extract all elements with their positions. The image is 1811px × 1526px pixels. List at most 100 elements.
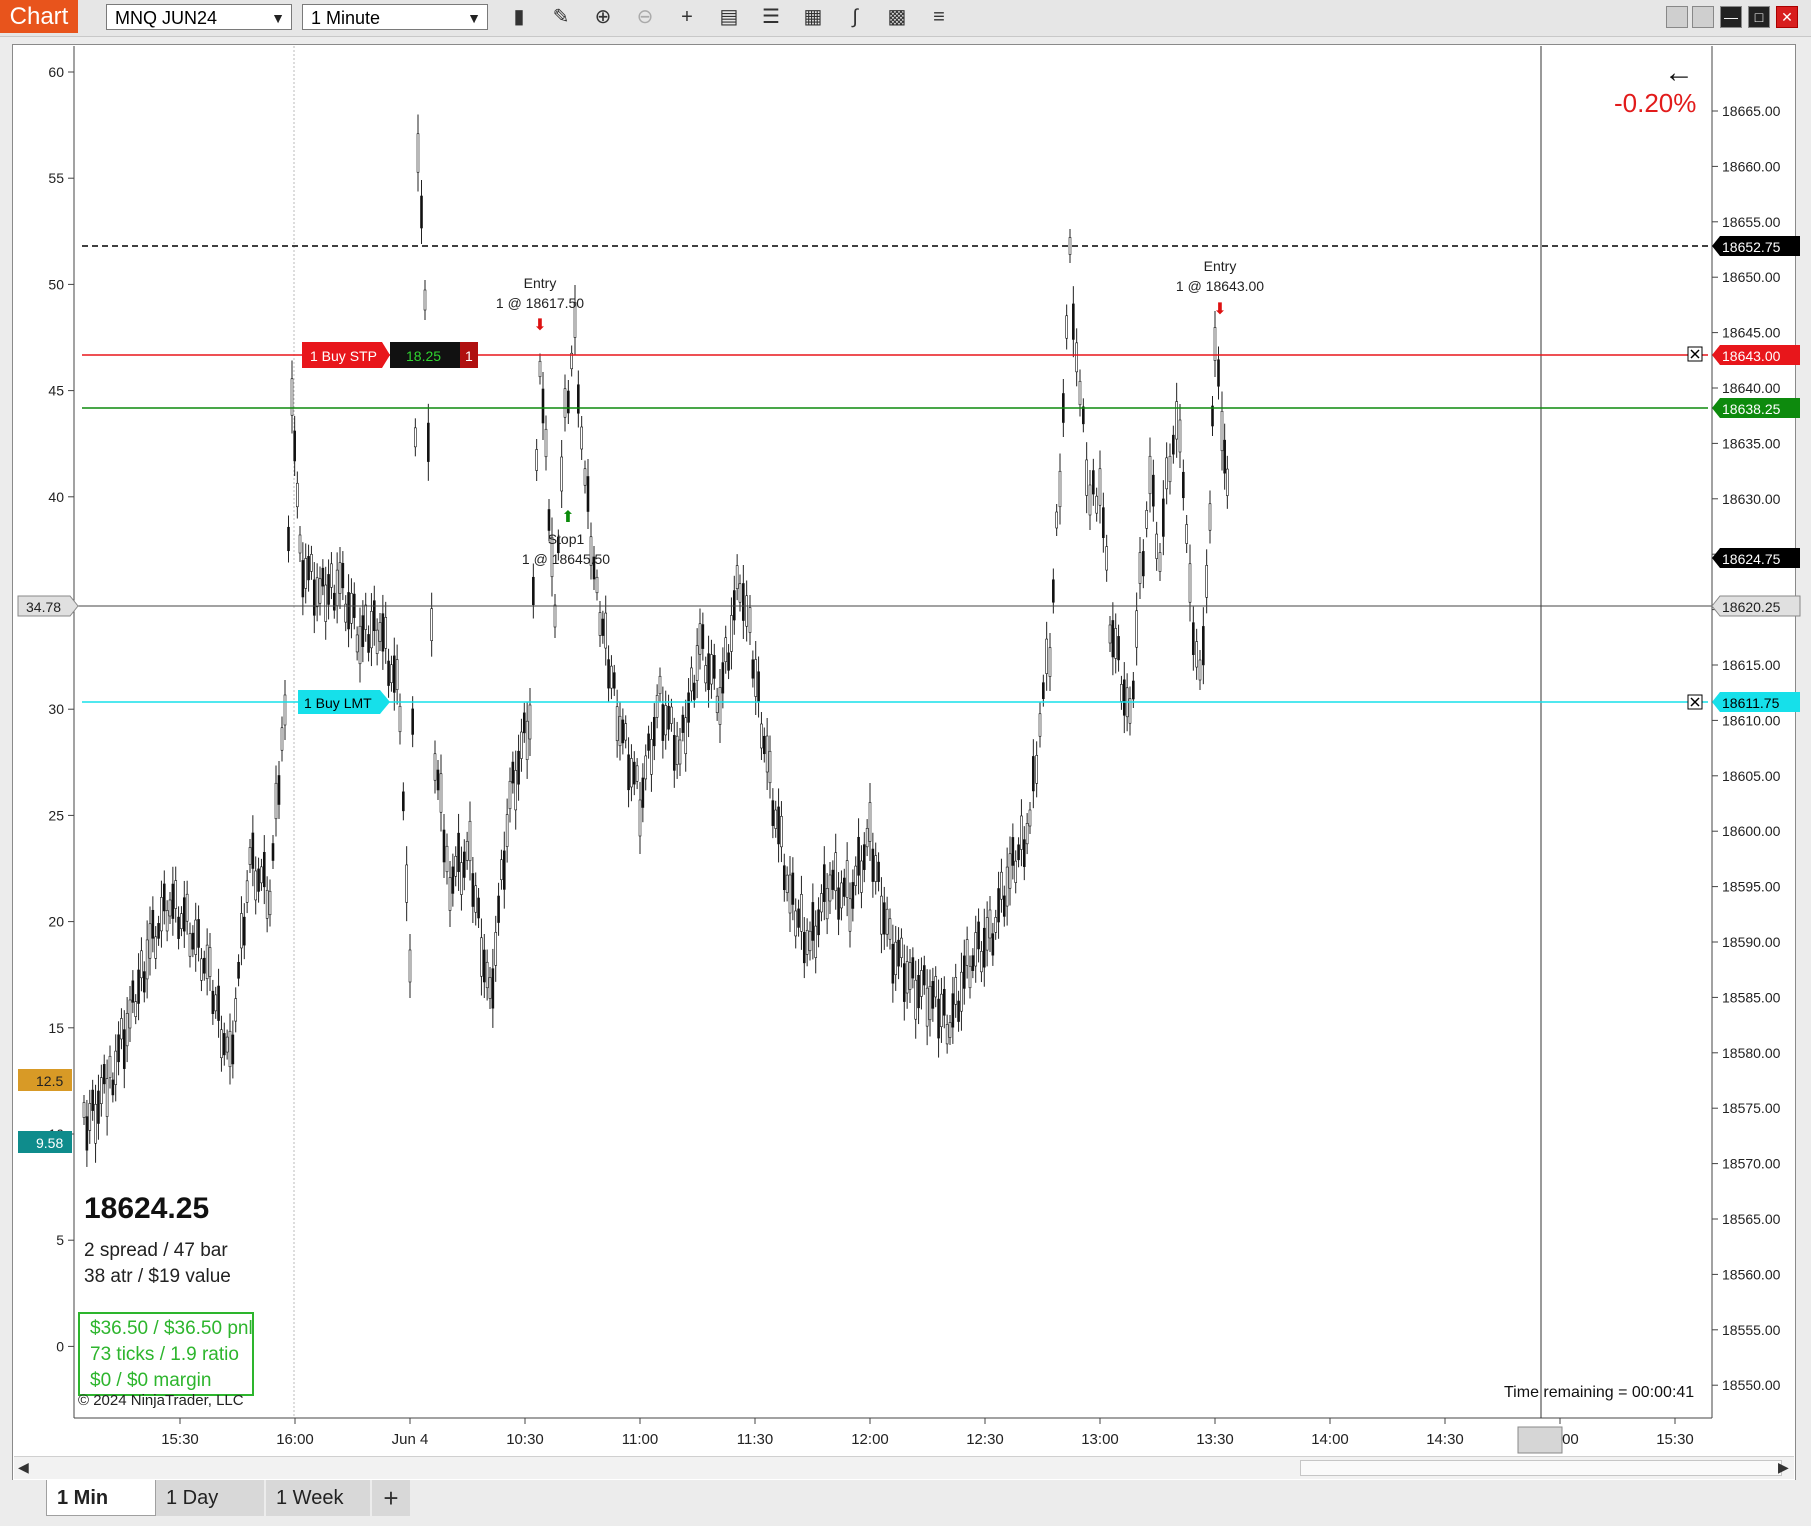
add-tab-button[interactable]: + (372, 1480, 410, 1516)
candle-body (318, 578, 322, 604)
candle-body (794, 910, 798, 937)
candle-body (845, 860, 849, 898)
tab-1-week[interactable]: 1 Week (266, 1480, 370, 1516)
candle-body (82, 1102, 86, 1118)
candle-body (361, 615, 365, 647)
candle-body (375, 629, 379, 654)
candle-body (140, 950, 143, 979)
right-axis-label: 18665.00 (1722, 103, 1781, 119)
time-remaining: Time remaining = 00:00:41 (1504, 1384, 1695, 1401)
candle-body (108, 1055, 112, 1079)
left-axis-label: 15 (48, 1020, 64, 1036)
candle-body (627, 754, 630, 791)
candle-body (268, 890, 272, 916)
candle-body (968, 965, 972, 989)
arrow-left-icon[interactable]: ← (1664, 56, 1694, 90)
candle-body (854, 865, 858, 886)
candle-body (122, 1029, 126, 1069)
candle-body (754, 659, 758, 697)
candle-body (1035, 755, 1038, 784)
candle-body (154, 936, 158, 959)
candle-body (165, 910, 169, 932)
candle-body (214, 994, 218, 1012)
scroll-thumb[interactable] (1300, 1460, 1782, 1476)
stop-order-close-icon[interactable] (1687, 346, 1703, 362)
tab-1-min[interactable]: 1 Min (46, 1480, 156, 1516)
candle-body (928, 985, 932, 1021)
candle-body (748, 607, 752, 633)
candle-body (535, 449, 538, 471)
candle-body (522, 712, 526, 734)
candle-body (1195, 641, 1198, 668)
candle-body (280, 727, 284, 751)
candle-body (202, 957, 206, 974)
right-axis-label: 18630.00 (1722, 491, 1781, 507)
candle-body (598, 612, 602, 636)
percent-change: -0.20% (1614, 88, 1697, 118)
horizontal-scrollbar[interactable]: ◀ ▶ (14, 1456, 1794, 1479)
candle-body (205, 944, 209, 979)
svg-text:34.78: 34.78 (26, 599, 61, 615)
candle-body (1055, 511, 1058, 529)
candle-body (387, 660, 390, 686)
candle-body (954, 977, 958, 1005)
buy-limit-order-label[interactable]: 1 Buy LMT (298, 690, 390, 714)
chart-canvas[interactable]: 1 Buy STP 18.25 1 1 Buy LMT Entry 1 @ 18… (0, 0, 1811, 1480)
candle-body (182, 897, 186, 932)
candle-body (837, 887, 840, 920)
candle-body (621, 719, 625, 744)
limit-order-close-icon[interactable] (1687, 694, 1703, 710)
entry2-title: Entry (1204, 258, 1237, 274)
candle-body (338, 562, 342, 594)
candle-body (180, 913, 183, 929)
time-axis[interactable]: 15:30 16:00 Jun 4 10:30 11:00 11:30 12:00 12:30… (161, 1418, 1694, 1448)
orange-value-marker: 12.5 (18, 1069, 72, 1091)
candle-body (355, 634, 359, 653)
candle-body (712, 655, 716, 679)
candle-body (448, 877, 452, 911)
candle-body (188, 933, 192, 957)
candle-body (225, 1036, 229, 1053)
candle-body (1152, 474, 1155, 507)
time-axis-label: 11:30 (737, 1431, 773, 1448)
buy-stop-order-label[interactable]: 1 Buy STP 18.25 1 (302, 342, 478, 368)
candle-body (211, 990, 215, 1014)
scroll-left-icon[interactable]: ◀ (18, 1459, 29, 1476)
candle-body (834, 852, 838, 892)
candle-body (1011, 837, 1015, 866)
tab-1-day[interactable]: 1 Day (156, 1480, 264, 1516)
candle-body (341, 563, 345, 589)
candle-body (174, 880, 178, 909)
right-price-axis[interactable]: 18665.00 18660.00 18655.00 18650.00 18645.00… (1712, 103, 1781, 1393)
candle-body (553, 604, 557, 628)
candle-body (802, 932, 806, 964)
candle-body (942, 988, 946, 1016)
scroll-right-icon[interactable]: ▶ (1778, 1459, 1789, 1476)
candle-body (160, 897, 163, 932)
candle-body (808, 930, 812, 952)
candle-body (563, 388, 567, 418)
candle-body (367, 634, 370, 653)
left-value-axis[interactable]: 6055504540302520151050 (48, 64, 74, 1354)
candle-body (114, 1050, 118, 1085)
candle-body (208, 947, 212, 977)
candle-body (1192, 622, 1195, 655)
candle-body (321, 567, 325, 587)
entry2-arrow-icon: ⬇ (1213, 299, 1226, 318)
buy-stp-qty: 1 (465, 348, 473, 364)
candle-body (891, 943, 895, 984)
candle-body (701, 624, 705, 649)
candle-body (635, 765, 639, 782)
candle-body (997, 888, 1000, 923)
right-axis-label: 18645.00 (1722, 325, 1781, 341)
candle-body (433, 753, 437, 781)
right-axis-label: 18590.00 (1722, 934, 1781, 950)
candle-body (191, 932, 195, 950)
right-axis-label: 18595.00 (1722, 879, 1781, 895)
candle-body (185, 893, 189, 922)
candle-body (460, 862, 463, 895)
right-axis-label: 18585.00 (1722, 989, 1781, 1005)
candle-body (1185, 524, 1188, 544)
candle-body (408, 949, 412, 983)
candle-body (304, 558, 308, 589)
